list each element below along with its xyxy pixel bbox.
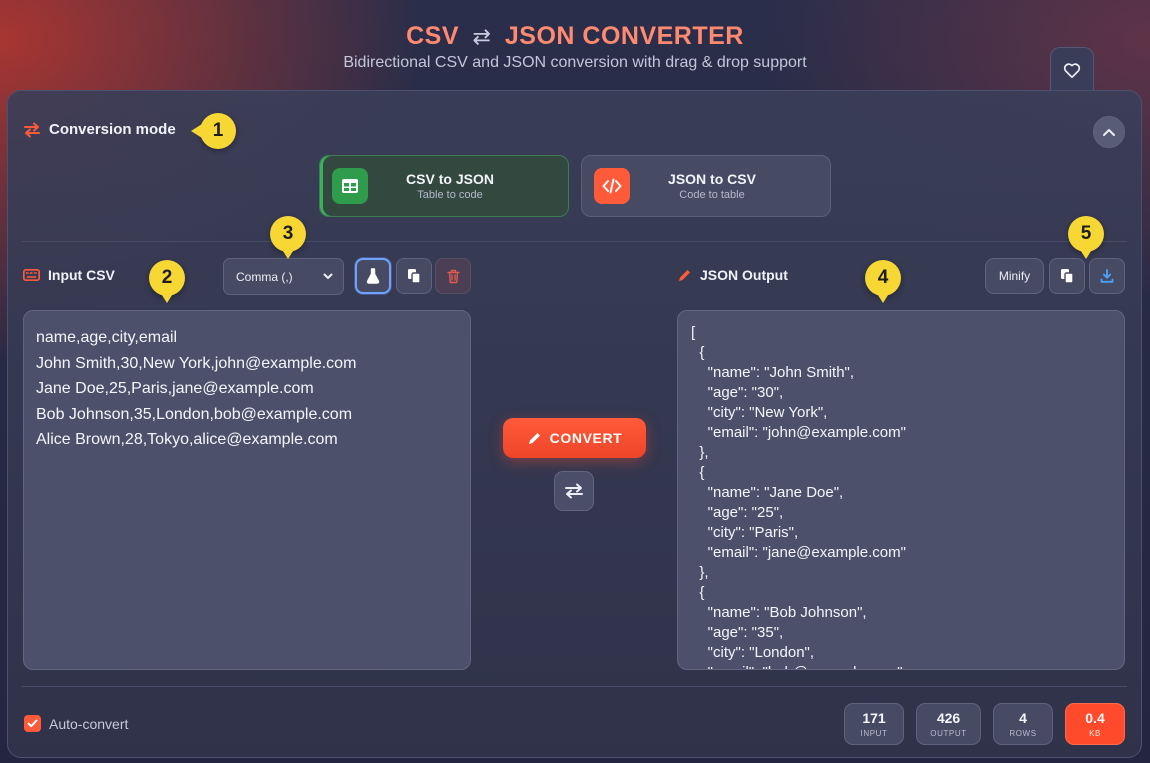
mode-csv-to-json-subtitle: Table to code — [417, 189, 483, 201]
callout-marker: 2 — [149, 260, 185, 303]
stat-size-value: 0.4 — [1085, 710, 1105, 726]
json-output-label: JSON Output — [700, 267, 788, 283]
chevron-up-icon — [1103, 129, 1115, 136]
chevron-down-icon — [323, 273, 333, 279]
paste-icon — [408, 269, 421, 284]
app-title-right: JSON CONVERTER — [504, 22, 744, 50]
mode-json-to-csv-title: JSON to CSV — [668, 171, 756, 187]
converter-panel: Conversion mode CSV to JSON Table to cod… — [7, 90, 1142, 758]
callout-number: 2 — [161, 267, 173, 288]
csv-input-textarea[interactable]: name,age,city,email John Smith,30,New Yo… — [23, 310, 471, 670]
callout-number: 4 — [877, 267, 889, 288]
app-title-left: CSV — [406, 22, 460, 50]
csv-line: Jane Doe,25,Paris,jane@example.com — [36, 380, 314, 397]
copy-icon — [1061, 269, 1074, 284]
stat-size: 0.4 KB — [1065, 703, 1125, 745]
stat-output: 426 OUTPUT — [916, 703, 981, 745]
minify-button[interactable]: Minify — [985, 258, 1044, 294]
json-output-header: JSON Output — [677, 267, 788, 283]
stat-input: 171 INPUT — [844, 703, 904, 745]
input-csv-header: Input CSV — [23, 267, 115, 283]
mode-csv-to-json[interactable]: CSV to JSON Table to code — [319, 155, 569, 217]
code-icon — [594, 168, 630, 204]
trash-icon — [446, 269, 460, 283]
mode-csv-to-json-title: CSV to JSON — [406, 171, 494, 187]
download-button[interactable] — [1089, 258, 1125, 294]
paste-button[interactable] — [396, 258, 432, 294]
callout-marker: 1 — [191, 113, 236, 149]
stat-input-value: 171 — [862, 710, 886, 726]
divider-top — [22, 241, 1127, 242]
csv-line: Bob Johnson,35,London,bob@example.com — [36, 405, 353, 423]
auto-convert-label: Auto-convert — [49, 716, 129, 732]
input-csv-label: Input CSV — [48, 267, 115, 283]
stat-size-label: KB — [1089, 729, 1101, 738]
callout-number: 3 — [282, 223, 294, 244]
divider-bottom — [22, 686, 1127, 687]
csv-line: Alice Brown,28,Tokyo,alice@example.com — [36, 431, 338, 448]
csv-line: John Smith,30,New York,john@example.com — [36, 354, 357, 372]
callout-marker: 4 — [865, 260, 901, 303]
app-title-arrow: ⇄ — [472, 24, 492, 49]
callout-marker: 5 — [1068, 216, 1104, 259]
stat-input-label: INPUT — [860, 729, 888, 738]
app-subtitle: Bidirectional CSV and JSON conversion wi… — [343, 54, 807, 71]
load-sample-button[interactable] — [355, 258, 391, 294]
json-output-textarea[interactable]: [ { "name": "John Smith", "age": "30", "… — [677, 310, 1125, 670]
heart-icon — [1063, 63, 1081, 79]
conversion-mode-header: Conversion mode — [23, 121, 176, 138]
mode-json-to-csv[interactable]: JSON to CSV Code to table — [581, 155, 831, 217]
callout-number: 1 — [212, 120, 224, 141]
swap-direction-icon — [565, 483, 583, 499]
callout-marker: 3 — [270, 216, 306, 259]
stat-output-label: OUTPUT — [930, 729, 967, 738]
stat-output-value: 426 — [936, 710, 961, 726]
conversion-mode-label: Conversion mode — [49, 121, 176, 138]
stat-rows-label: ROWS — [1009, 729, 1037, 738]
stat-rows-value: 4 — [1019, 710, 1027, 726]
table-icon — [332, 168, 368, 204]
delimiter-select-value: Comma (,) — [236, 269, 293, 284]
json-output-text: [ { "name": "John Smith", "age": "30", "… — [691, 324, 906, 669]
clear-button[interactable] — [435, 258, 471, 294]
keyboard-icon — [23, 269, 40, 281]
swap-direction-button[interactable] — [554, 471, 594, 511]
download-icon — [1100, 269, 1114, 283]
csv-line: name,age,city,email — [36, 329, 178, 346]
callout-number: 5 — [1080, 223, 1092, 244]
arrows-swap-icon — [24, 122, 40, 137]
pencil-icon — [528, 432, 540, 444]
delimiter-select[interactable]: Comma (,) — [223, 258, 344, 295]
checkmark-icon — [27, 719, 38, 728]
convert-button-label: CONVERT — [549, 430, 623, 446]
mode-json-to-csv-subtitle: Code to table — [679, 189, 745, 201]
pencil-icon — [679, 269, 690, 281]
app-header: CSV ⇄ JSON CONVERTER Bidirectional CSV a… — [0, 0, 1150, 90]
favorite-button[interactable] — [1050, 47, 1094, 93]
flask-icon — [366, 268, 380, 284]
stat-rows: 4 ROWS — [993, 703, 1053, 745]
convert-button[interactable]: CONVERT — [503, 418, 646, 458]
auto-convert-checkbox[interactable] — [24, 715, 41, 732]
copy-output-button[interactable] — [1049, 258, 1085, 294]
app-title: CSV ⇄ JSON CONVERTER — [0, 22, 1150, 51]
collapse-button[interactable] — [1093, 116, 1125, 148]
